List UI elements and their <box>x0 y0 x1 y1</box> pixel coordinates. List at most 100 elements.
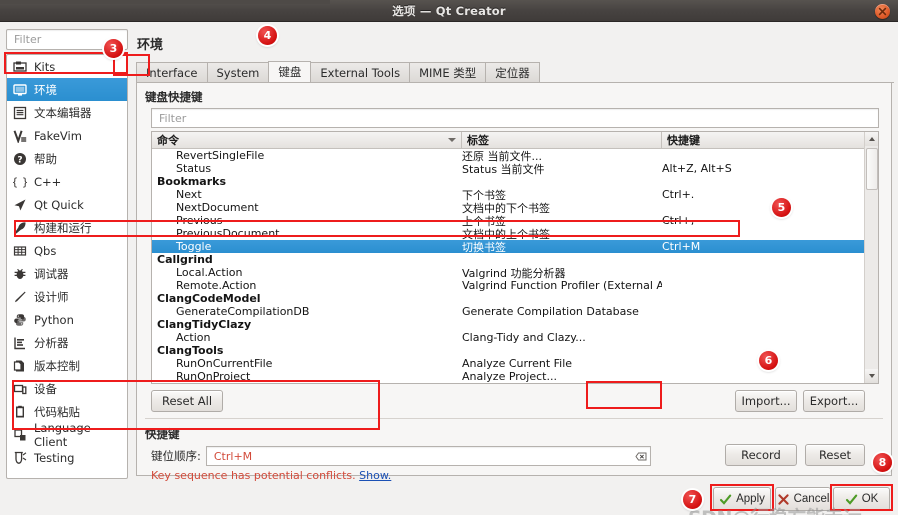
sidebar-item-5[interactable]: ? 帮助 <box>7 147 127 170</box>
table-row[interactable]: ClangCodeModel <box>152 292 878 305</box>
window-title: 选项 — Qt Creator <box>392 3 506 18</box>
command-filter-input[interactable] <box>157 110 873 126</box>
apply-check-icon <box>720 494 732 505</box>
cell-label: Analyze Project... <box>462 370 557 383</box>
sidebar-item-4[interactable]: FakeVim <box>7 124 127 147</box>
cell-shortcut: Alt+Z, Alt+S <box>662 162 732 175</box>
dialog-body: Kits 环境文本编辑器 FakeVim? 帮助 { } C++ Qt Quick 构建和运行… <box>0 22 898 515</box>
title-bar[interactable]: 选项 — Qt Creator <box>0 0 898 22</box>
sidebar-item-18[interactable]: Testing <box>7 446 127 469</box>
sidebar-item-7[interactable]: Qt Quick <box>7 193 127 216</box>
shortcut-table[interactable]: 命令 标签 快捷键 RevertSingleFile 还原 当前文件... Stat… <box>151 131 879 384</box>
cell-command: Callgrind <box>157 253 213 266</box>
analyzer-icon <box>13 336 27 350</box>
cell-label: 切换书签 <box>462 240 506 254</box>
table-row[interactable]: Remote.Action Valgrind Function Profiler … <box>152 279 878 292</box>
text-editor-icon <box>13 106 27 120</box>
table-row[interactable]: Action Clang-Tidy and Clazy... <box>152 331 878 344</box>
apply-button[interactable]: Apply <box>713 487 771 511</box>
reset-all-button[interactable]: Reset All <box>151 390 224 412</box>
table-row[interactable]: ClangTidyClazy <box>152 318 878 331</box>
cell-shortcut: Ctrl+, <box>662 214 695 227</box>
table-row[interactable]: Toggle 切换书签 Ctrl+M <box>152 240 878 254</box>
scrollbar-thumb[interactable] <box>866 148 878 190</box>
import-button[interactable]: Import... <box>735 390 797 412</box>
clear-field-icon[interactable] <box>634 449 648 463</box>
kits-icon <box>13 60 27 74</box>
column-header-shortcut[interactable]: 快捷键 <box>662 132 862 148</box>
scroll-down-icon[interactable] <box>865 369 878 383</box>
column-header-label[interactable]: 标签 <box>462 132 662 148</box>
cancel-button[interactable]: Cancel <box>775 487 831 511</box>
braces-icon: { } <box>13 175 27 189</box>
tab-3[interactable]: 键盘 <box>268 61 312 82</box>
key-sequence-input[interactable] <box>211 448 634 464</box>
key-sequence-field[interactable] <box>205 446 651 466</box>
tab-6[interactable]: 定位器 <box>485 62 540 82</box>
sidebar-item-label: 设备 <box>34 381 57 396</box>
sidebar-item-17[interactable]: Language Client <box>7 421 127 449</box>
tab-2[interactable]: System <box>206 62 270 82</box>
sidebar-item-1[interactable]: Kits <box>7 55 127 78</box>
table-row[interactable]: Local.Action Valgrind 功能分析器 <box>152 266 878 280</box>
command-filter-field[interactable] <box>151 108 879 128</box>
sidebar-item-2[interactable]: 环境 <box>7 78 127 101</box>
sidebar-item-12[interactable]: Python <box>7 308 127 331</box>
grid-icon <box>13 244 27 258</box>
tab-5[interactable]: MIME 类型 <box>409 62 487 82</box>
pencil-icon <box>13 290 27 304</box>
sidebar-item-13[interactable]: 分析器 <box>7 331 127 354</box>
sidebar-item-8[interactable]: 构建和运行 <box>7 216 127 239</box>
annotation-badge-5: 5 <box>772 198 791 217</box>
table-vertical-scrollbar[interactable] <box>864 132 878 383</box>
sidebar-item-14[interactable]: 版本控制 <box>7 354 127 377</box>
cell-command: Action <box>176 331 211 344</box>
close-icon[interactable] <box>875 4 890 19</box>
sidebar-item-label: Testing <box>34 450 75 465</box>
tab-bar[interactable]: Interface System 键盘 External Tools MIME 类型 定位… <box>136 61 894 83</box>
sidebar-item-label: Qbs <box>34 243 57 258</box>
cell-command: Previous <box>176 214 223 227</box>
record-button[interactable]: Record <box>725 444 797 466</box>
show-conflicts-link[interactable]: Show. <box>359 469 391 482</box>
sort-descending-icon <box>448 138 456 142</box>
sidebar-item-6[interactable]: { } C++ <box>7 170 127 193</box>
tab-4[interactable]: External Tools <box>310 62 411 82</box>
table-row[interactable]: RunOnProject Analyze Project... <box>152 370 878 383</box>
export-button[interactable]: Export... <box>803 390 865 412</box>
svg-text:{ }: { } <box>13 175 27 188</box>
cell-command: Toggle <box>176 240 212 253</box>
sidebar-item-label: C++ <box>34 174 62 189</box>
table-row[interactable]: GenerateCompilationDB Generate Compilatio… <box>152 305 878 318</box>
sidebar-item-15[interactable]: 设备 <box>7 377 127 400</box>
scroll-up-icon[interactable] <box>865 132 878 146</box>
options-dialog-window: 选项 — Qt Creator Kits 环境文本编辑器 FakeVim? 帮助 { }… <box>0 0 898 515</box>
table-row[interactable]: Status Status 当前文件 Alt+Z, Alt+S <box>152 162 878 176</box>
reset-shortcut-button[interactable]: Reset <box>805 444 865 466</box>
column-header-shortcut-label: 快捷键 <box>667 134 700 147</box>
conflict-text: Key sequence has potential conflicts. <box>151 469 356 482</box>
sidebar-item-label: Python <box>34 312 74 327</box>
category-list[interactable]: Kits 环境文本编辑器 FakeVim? 帮助 { } C++ Qt Quick 构建和运行… <box>6 54 128 479</box>
table-row[interactable]: CMake <box>152 383 878 384</box>
dialog-footer: Apply Cancel OK <box>0 485 898 515</box>
ok-button[interactable]: OK <box>833 487 890 511</box>
apply-button-label: Apply <box>736 493 765 505</box>
column-header-command[interactable]: 命令 <box>152 132 462 148</box>
monitor-icon <box>13 83 27 97</box>
sidebar-item-11[interactable]: 设计师 <box>7 285 127 308</box>
cell-label: Analyze Current File <box>462 357 573 370</box>
sidebar-item-label: 构建和运行 <box>34 220 92 235</box>
sidebar-item-3[interactable]: 文本编辑器 <box>7 101 127 124</box>
table-rows[interactable]: RevertSingleFile 还原 当前文件... Status Status 当… <box>152 149 878 384</box>
sidebar-item-9[interactable]: Qbs <box>7 239 127 262</box>
testing-icon <box>13 451 27 465</box>
tab-1[interactable]: Interface <box>136 62 208 82</box>
cell-command: CMake <box>152 383 462 384</box>
annotation-badge-3: 3 <box>104 39 123 58</box>
cell-command: RunOnProject <box>176 370 251 383</box>
sidebar-item-10[interactable]: 调试器 <box>7 262 127 285</box>
sidebar-item-label: 设计师 <box>34 289 69 304</box>
cell-shortcut: Ctrl+M <box>662 240 701 253</box>
cell-command: RunOnCurrentFile <box>176 357 273 370</box>
